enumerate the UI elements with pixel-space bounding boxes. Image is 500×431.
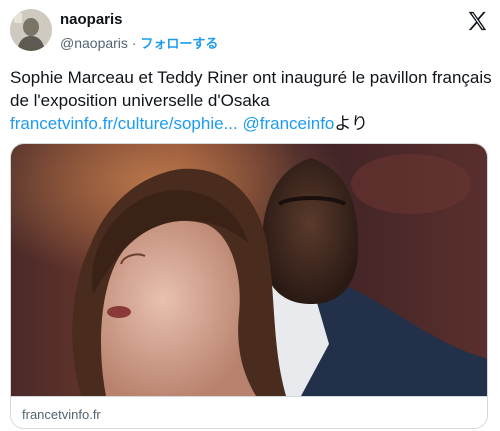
tweet-body: Sophie Marceau et Teddy Riner ont inaugu… — [10, 68, 492, 110]
link-card[interactable]: francetvinfo.fr — [10, 143, 488, 429]
follow-button[interactable]: フォローする — [140, 37, 218, 52]
tweet-embed: naoparis @naoparis · フォローする Sophie Marce… — [0, 0, 500, 431]
card-image[interactable] — [11, 144, 488, 396]
article-link[interactable]: francetvinfo.fr/culture/sophie... — [10, 114, 238, 133]
user-handle[interactable]: @naoparis — [60, 35, 128, 51]
separator-dot: · — [131, 35, 137, 51]
avatar[interactable] — [10, 9, 52, 51]
handle-row: @naoparis · フォローする — [60, 33, 218, 52]
display-name[interactable]: naoparis — [60, 11, 123, 28]
card-domain[interactable]: francetvinfo.fr — [22, 407, 101, 422]
tweet-suffix: より — [334, 114, 369, 134]
x-logo-icon[interactable] — [466, 10, 488, 32]
card-footer: francetvinfo.fr — [11, 396, 487, 428]
tweet-text: Sophie Marceau et Teddy Riner ont inaugu… — [10, 66, 494, 136]
mention-link[interactable]: @franceinfo — [242, 114, 334, 133]
user-avatar-icon — [10, 9, 52, 51]
